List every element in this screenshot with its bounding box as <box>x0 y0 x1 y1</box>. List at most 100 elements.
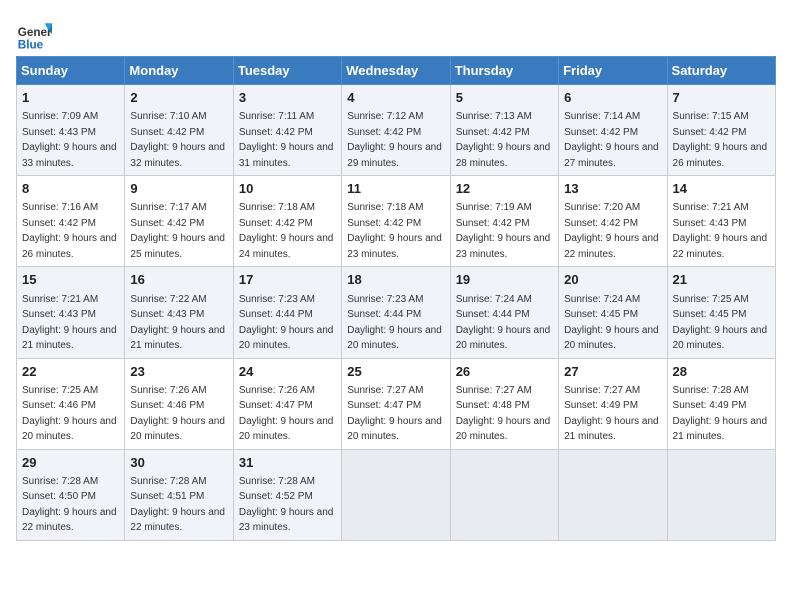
day-number: 16 <box>130 271 227 289</box>
calendar-cell: 11 Sunrise: 7:18 AMSunset: 4:42 PMDayligh… <box>342 176 450 267</box>
calendar-cell: 14 Sunrise: 7:21 AMSunset: 4:43 PMDayligh… <box>667 176 775 267</box>
day-number: 4 <box>347 89 444 107</box>
calendar-cell: 12 Sunrise: 7:19 AMSunset: 4:42 PMDayligh… <box>450 176 558 267</box>
day-number: 25 <box>347 363 444 381</box>
day-number: 17 <box>239 271 336 289</box>
day-number: 31 <box>239 454 336 472</box>
day-info: Sunrise: 7:28 AMSunset: 4:49 PMDaylight:… <box>673 385 768 443</box>
day-info: Sunrise: 7:18 AMSunset: 4:42 PMDaylight:… <box>239 202 334 260</box>
calendar-cell: 2 Sunrise: 7:10 AMSunset: 4:42 PMDaylight… <box>125 85 233 176</box>
weekday-header-thursday: Thursday <box>450 57 558 85</box>
day-info: Sunrise: 7:21 AMSunset: 4:43 PMDaylight:… <box>673 202 768 260</box>
weekday-header-sunday: Sunday <box>17 57 125 85</box>
day-number: 10 <box>239 180 336 198</box>
day-number: 9 <box>130 180 227 198</box>
calendar-cell: 9 Sunrise: 7:17 AMSunset: 4:42 PMDaylight… <box>125 176 233 267</box>
day-number: 7 <box>673 89 770 107</box>
weekday-header-friday: Friday <box>559 57 667 85</box>
day-number: 20 <box>564 271 661 289</box>
calendar-cell <box>342 449 450 540</box>
day-number: 23 <box>130 363 227 381</box>
calendar-cell: 24 Sunrise: 7:26 AMSunset: 4:47 PMDayligh… <box>233 358 341 449</box>
calendar-cell: 10 Sunrise: 7:18 AMSunset: 4:42 PMDayligh… <box>233 176 341 267</box>
day-info: Sunrise: 7:23 AMSunset: 4:44 PMDaylight:… <box>347 294 442 352</box>
day-number: 3 <box>239 89 336 107</box>
logo-icon: General Blue <box>16 16 52 52</box>
svg-text:General: General <box>18 26 52 39</box>
day-info: Sunrise: 7:27 AMSunset: 4:49 PMDaylight:… <box>564 385 659 443</box>
day-info: Sunrise: 7:28 AMSunset: 4:51 PMDaylight:… <box>130 476 225 534</box>
day-info: Sunrise: 7:10 AMSunset: 4:42 PMDaylight:… <box>130 111 225 169</box>
day-number: 6 <box>564 89 661 107</box>
day-number: 12 <box>456 180 553 198</box>
day-info: Sunrise: 7:21 AMSunset: 4:43 PMDaylight:… <box>22 294 117 352</box>
calendar-cell: 23 Sunrise: 7:26 AMSunset: 4:46 PMDayligh… <box>125 358 233 449</box>
day-info: Sunrise: 7:26 AMSunset: 4:47 PMDaylight:… <box>239 385 334 443</box>
day-number: 27 <box>564 363 661 381</box>
logo: General Blue <box>16 16 52 52</box>
day-number: 21 <box>673 271 770 289</box>
calendar-cell: 16 Sunrise: 7:22 AMSunset: 4:43 PMDayligh… <box>125 267 233 358</box>
day-info: Sunrise: 7:14 AMSunset: 4:42 PMDaylight:… <box>564 111 659 169</box>
day-number: 22 <box>22 363 119 381</box>
calendar-cell: 27 Sunrise: 7:27 AMSunset: 4:49 PMDayligh… <box>559 358 667 449</box>
day-info: Sunrise: 7:23 AMSunset: 4:44 PMDaylight:… <box>239 294 334 352</box>
day-number: 8 <box>22 180 119 198</box>
day-number: 2 <box>130 89 227 107</box>
calendar-cell: 22 Sunrise: 7:25 AMSunset: 4:46 PMDayligh… <box>17 358 125 449</box>
day-number: 26 <box>456 363 553 381</box>
calendar-cell: 25 Sunrise: 7:27 AMSunset: 4:47 PMDayligh… <box>342 358 450 449</box>
svg-text:Blue: Blue <box>18 38 44 51</box>
day-info: Sunrise: 7:20 AMSunset: 4:42 PMDaylight:… <box>564 202 659 260</box>
calendar-cell: 31 Sunrise: 7:28 AMSunset: 4:52 PMDayligh… <box>233 449 341 540</box>
day-number: 15 <box>22 271 119 289</box>
calendar-cell <box>450 449 558 540</box>
day-info: Sunrise: 7:28 AMSunset: 4:52 PMDaylight:… <box>239 476 334 534</box>
day-number: 18 <box>347 271 444 289</box>
calendar-cell: 21 Sunrise: 7:25 AMSunset: 4:45 PMDayligh… <box>667 267 775 358</box>
calendar-cell: 17 Sunrise: 7:23 AMSunset: 4:44 PMDayligh… <box>233 267 341 358</box>
calendar-cell: 5 Sunrise: 7:13 AMSunset: 4:42 PMDaylight… <box>450 85 558 176</box>
calendar-cell: 26 Sunrise: 7:27 AMSunset: 4:48 PMDayligh… <box>450 358 558 449</box>
calendar-cell <box>559 449 667 540</box>
day-info: Sunrise: 7:22 AMSunset: 4:43 PMDaylight:… <box>130 294 225 352</box>
calendar-cell: 6 Sunrise: 7:14 AMSunset: 4:42 PMDaylight… <box>559 85 667 176</box>
day-number: 30 <box>130 454 227 472</box>
calendar-table: SundayMondayTuesdayWednesdayThursdayFrid… <box>16 56 776 541</box>
day-number: 5 <box>456 89 553 107</box>
calendar-cell: 15 Sunrise: 7:21 AMSunset: 4:43 PMDayligh… <box>17 267 125 358</box>
day-info: Sunrise: 7:15 AMSunset: 4:42 PMDaylight:… <box>673 111 768 169</box>
day-number: 24 <box>239 363 336 381</box>
calendar-cell: 13Sunrise: 7:20 AMSunset: 4:42 PMDayligh… <box>559 176 667 267</box>
calendar-cell: 28Sunrise: 7:28 AMSunset: 4:49 PMDayligh… <box>667 358 775 449</box>
day-info: Sunrise: 7:12 AMSunset: 4:42 PMDaylight:… <box>347 111 442 169</box>
calendar-cell: 30 Sunrise: 7:28 AMSunset: 4:51 PMDayligh… <box>125 449 233 540</box>
weekday-header-wednesday: Wednesday <box>342 57 450 85</box>
calendar-cell: 29Sunrise: 7:28 AMSunset: 4:50 PMDayligh… <box>17 449 125 540</box>
day-info: Sunrise: 7:27 AMSunset: 4:48 PMDaylight:… <box>456 385 551 443</box>
day-info: Sunrise: 7:24 AMSunset: 4:45 PMDaylight:… <box>564 294 659 352</box>
page-header: General Blue <box>16 16 776 52</box>
day-info: Sunrise: 7:25 AMSunset: 4:45 PMDaylight:… <box>673 294 768 352</box>
day-info: Sunrise: 7:17 AMSunset: 4:42 PMDaylight:… <box>130 202 225 260</box>
day-info: Sunrise: 7:16 AMSunset: 4:42 PMDaylight:… <box>22 202 117 260</box>
day-number: 11 <box>347 180 444 198</box>
day-info: Sunrise: 7:19 AMSunset: 4:42 PMDaylight:… <box>456 202 551 260</box>
calendar-cell: 1Sunrise: 7:09 AMSunset: 4:43 PMDaylight… <box>17 85 125 176</box>
day-number: 19 <box>456 271 553 289</box>
day-info: Sunrise: 7:27 AMSunset: 4:47 PMDaylight:… <box>347 385 442 443</box>
calendar-cell: 7 Sunrise: 7:15 AMSunset: 4:42 PMDaylight… <box>667 85 775 176</box>
day-info: Sunrise: 7:25 AMSunset: 4:46 PMDaylight:… <box>22 385 117 443</box>
day-info: Sunrise: 7:18 AMSunset: 4:42 PMDaylight:… <box>347 202 442 260</box>
weekday-header-tuesday: Tuesday <box>233 57 341 85</box>
calendar-cell: 3 Sunrise: 7:11 AMSunset: 4:42 PMDaylight… <box>233 85 341 176</box>
calendar-cell: 19Sunrise: 7:24 AMSunset: 4:44 PMDayligh… <box>450 267 558 358</box>
calendar-cell: 18 Sunrise: 7:23 AMSunset: 4:44 PMDayligh… <box>342 267 450 358</box>
day-info: Sunrise: 7:28 AMSunset: 4:50 PMDaylight:… <box>22 476 117 534</box>
day-info: Sunrise: 7:13 AMSunset: 4:42 PMDaylight:… <box>456 111 551 169</box>
day-info: Sunrise: 7:09 AMSunset: 4:43 PMDaylight:… <box>22 111 117 169</box>
day-info: Sunrise: 7:26 AMSunset: 4:46 PMDaylight:… <box>130 385 225 443</box>
day-number: 14 <box>673 180 770 198</box>
day-info: Sunrise: 7:11 AMSunset: 4:42 PMDaylight:… <box>239 111 334 169</box>
calendar-cell: 8 Sunrise: 7:16 AMSunset: 4:42 PMDaylight… <box>17 176 125 267</box>
